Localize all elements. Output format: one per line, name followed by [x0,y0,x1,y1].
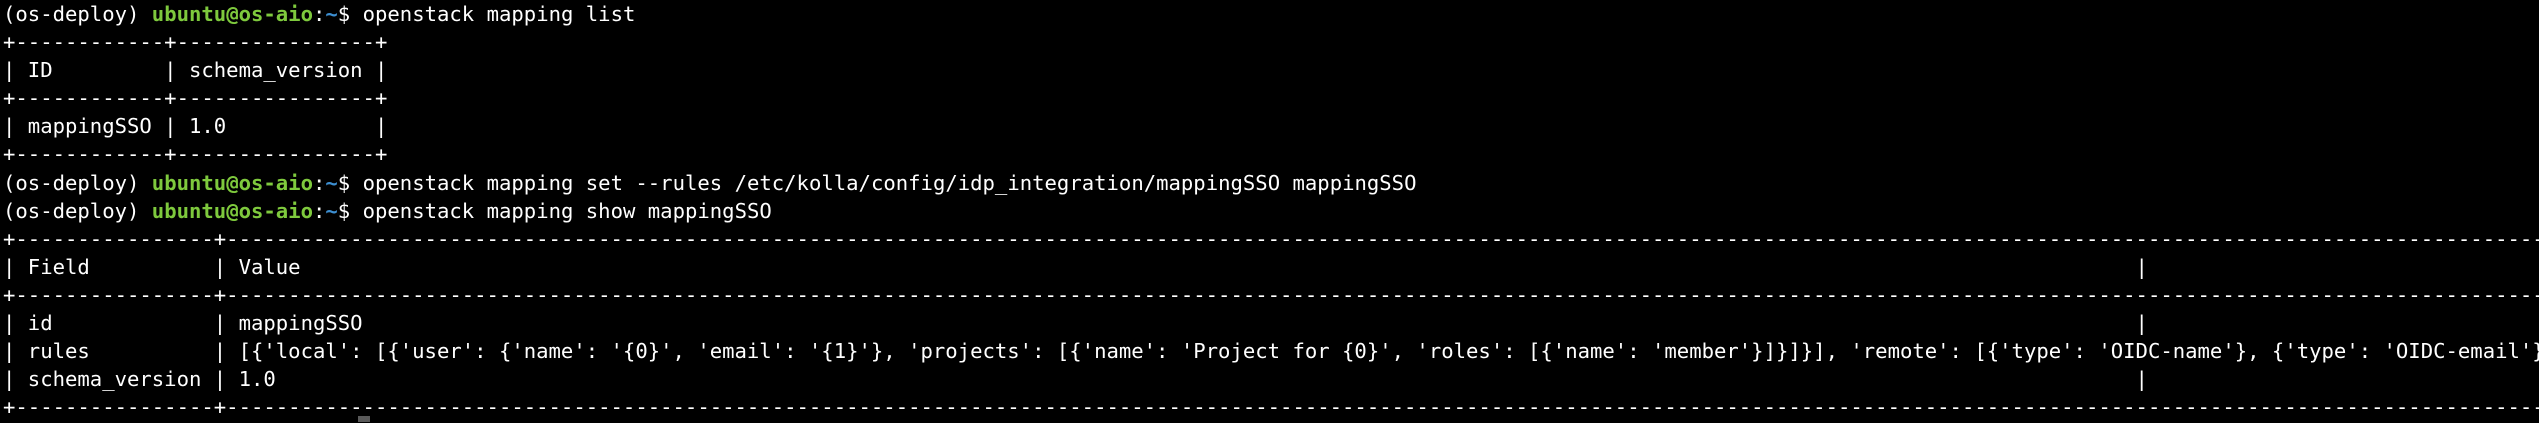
prompt-path: ~ [325,170,338,195]
prompt-env: (os-deploy) [3,170,152,195]
terminal-cursor [358,416,370,422]
prompt-user-host: ubuntu@os-aio [151,170,313,195]
table-header: | Field | Value | [3,254,2148,279]
prompt-env: (os-deploy) [3,198,152,223]
prompt-colon: : [312,170,326,195]
prompt-user-host: ubuntu@os-aio [151,198,313,223]
prompt-path: ~ [325,2,338,26]
prompt-env: (os-deploy) [3,2,152,26]
table-border: +------------+----------------+ [3,86,388,111]
prompt-line: (os-deploy) ubuntu@os-aio:~$ openstack m… [3,0,2539,28]
prompt-path: ~ [325,198,338,223]
prompt-symbol: $ [337,198,363,223]
table-row: | rules | [{'local': [{'user': {'name': … [3,339,2539,364]
prompt-symbol: $ [337,2,363,26]
prompt-line: (os-deploy) ubuntu@os-aio:~$ openstack m… [3,169,2539,197]
prompt-user-host: ubuntu@os-aio [151,2,313,26]
prompt-colon: : [312,198,326,223]
prompt-symbol: $ [337,170,363,195]
table-row: | mappingSSO | 1.0 | [3,114,388,139]
command-text[interactable]: openstack mapping show mappingSSO [363,199,772,223]
prompt-line: (os-deploy) ubuntu@os-aio:~$ openstack m… [3,197,2539,225]
terminal-window[interactable]: (os-deploy) ubuntu@os-aio:~$ openstack m… [0,0,2539,423]
command-text[interactable]: openstack mapping set --rules /etc/kolla… [363,171,1417,195]
table-border: +----------------+----------------------… [3,226,2539,251]
table-header: | ID | schema_version | [3,58,388,83]
table-border: +----------------+----------------------… [3,395,2539,420]
table-border: +------------+----------------+ [3,30,388,55]
table-row: | id | mappingSSO | [3,311,2148,336]
table-border: +------------+----------------+ [3,142,388,167]
table-border: +----------------+----------------------… [3,282,2539,307]
table-row: | schema_version | 1.0 | [3,367,2148,392]
prompt-colon: : [312,2,326,26]
command-text[interactable]: openstack mapping list [363,2,636,26]
